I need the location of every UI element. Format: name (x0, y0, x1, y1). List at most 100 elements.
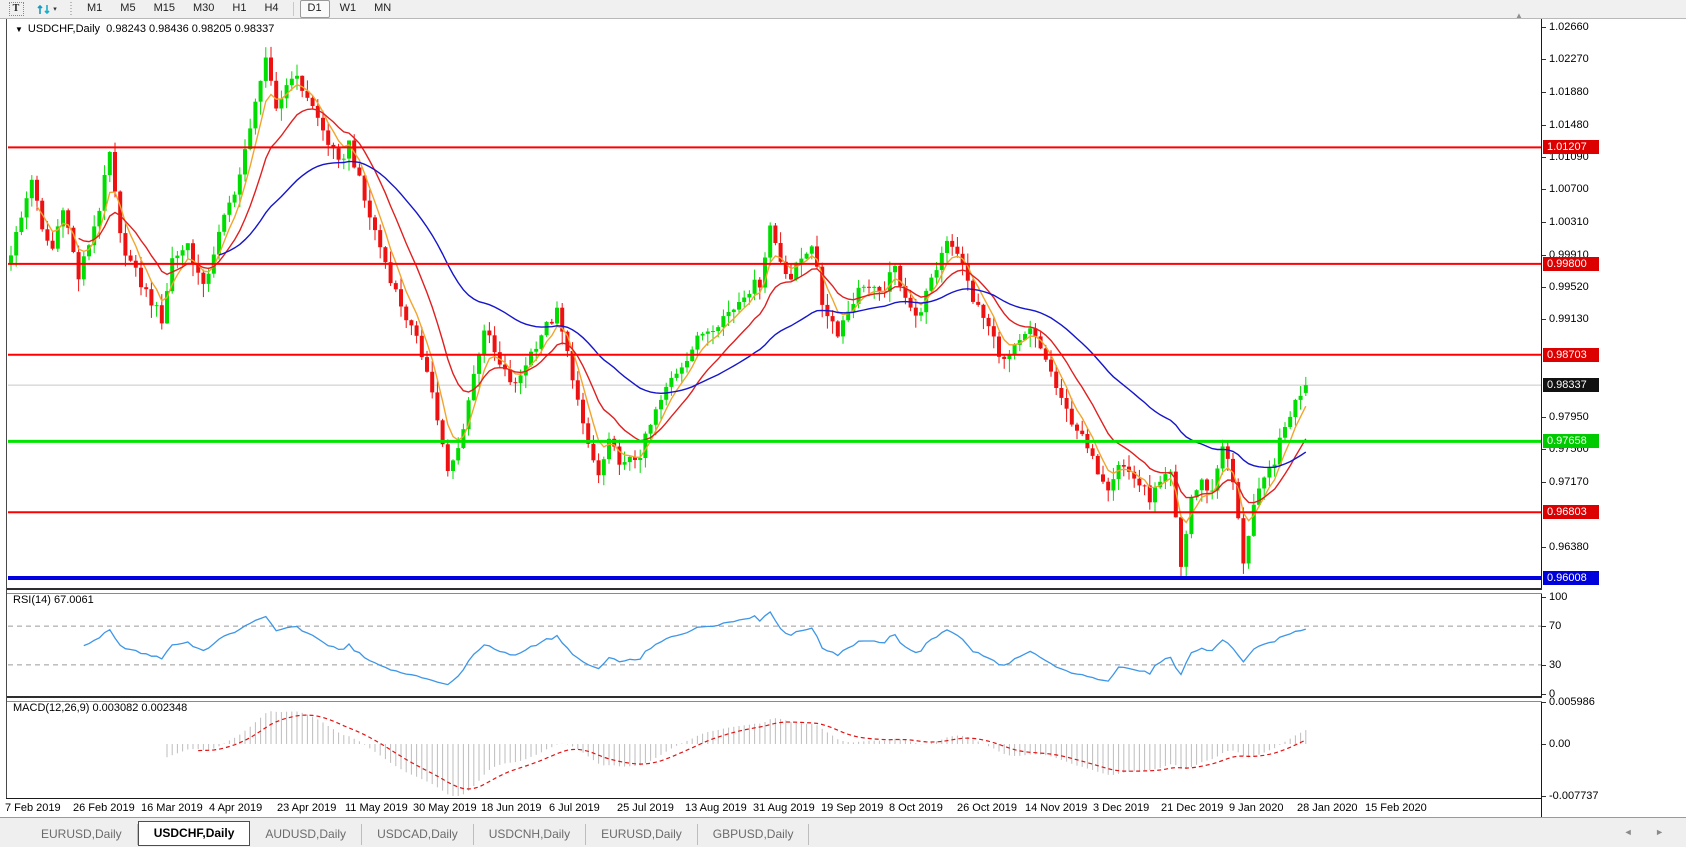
chart-tab-eurusd-0[interactable]: EURUSD,Daily (26, 824, 138, 845)
price-tick-mark (1542, 125, 1546, 126)
timeframe-button-W1[interactable]: W1 (332, 0, 365, 18)
rsi-tick-label: 70 (1549, 620, 1562, 632)
price-tick-label: 0.99520 (1549, 281, 1589, 293)
price-axis[interactable]: 1.02660 1.02270 1.01880 1.01480 1.01090 1.007… (1541, 19, 1686, 817)
date-label: 3 Dec 2019 (1093, 802, 1150, 814)
timeframe-button-D1[interactable]: D1 (299, 0, 330, 18)
chart-tab-audusd-2[interactable]: AUDUSD,Daily (250, 824, 363, 845)
macd-tick-label: -0.007737 (1549, 790, 1599, 802)
date-label: 25 Jul 2019 (617, 802, 674, 814)
price-tick-mark (1542, 449, 1546, 450)
date-label: 19 Sep 2019 (821, 802, 884, 814)
macd-tick-mark (1542, 702, 1546, 703)
timeframe-toolbar: T ▾ M1 M5 M15 M30 H1 H4 D1 W1 MN (0, 0, 1686, 19)
price-tick-mark (1542, 92, 1546, 93)
macd-indicator-label: MACD(12,26,9) 0.003082 0.002348 (13, 702, 188, 714)
price-tick-label: 0.97170 (1549, 476, 1589, 488)
date-label: 30 May 2019 (413, 802, 477, 814)
text-tool-button[interactable]: T (6, 2, 26, 17)
chart-tab-usdcnh-4[interactable]: USDCNH,Daily (474, 824, 587, 845)
price-tick-mark (1542, 417, 1546, 418)
price-tick-mark (1542, 482, 1546, 483)
price-tick-label: 0.99130 (1549, 313, 1589, 325)
chevron-down-icon: ▾ (53, 6, 57, 13)
price-tick-label: 1.01480 (1549, 119, 1589, 131)
rsi-tick-label: 100 (1549, 591, 1568, 603)
tick-arrows-button[interactable]: ▾ (32, 2, 62, 17)
price-level-label: 1.01207 (1543, 140, 1599, 154)
rsi-canvas[interactable] (8, 591, 1542, 696)
price-tick-label: 1.01880 (1549, 86, 1589, 98)
timeframe-button-H1[interactable]: H1 (224, 0, 254, 18)
toolbar-separator (292, 2, 294, 16)
chart-window: ▼ USDCHF,Daily 0.98243 0.98436 0.98205 0.… (6, 19, 1542, 817)
date-label: 18 Jun 2019 (481, 802, 542, 814)
price-tick-mark (1542, 319, 1546, 320)
text-tool-icon: T (8, 2, 24, 16)
chart-tab-gbpusd-6[interactable]: GBPUSD,Daily (698, 824, 810, 845)
date-axis[interactable]: 7 Feb 2019 26 Feb 2019 16 Mar 2019 4 Apr 20… (5, 798, 1541, 818)
rsi-tick-label: 30 (1549, 659, 1562, 671)
date-label: 14 Nov 2019 (1025, 802, 1088, 814)
timeframe-button-M30[interactable]: M30 (185, 0, 222, 18)
macd-tick-mark (1542, 796, 1546, 797)
date-label: 21 Dec 2019 (1161, 802, 1224, 814)
price-tick-label: 0.97950 (1549, 411, 1589, 423)
price-tick-mark (1542, 255, 1546, 256)
date-label: 23 Apr 2019 (277, 802, 337, 814)
chart-ohlc-readout: 0.98243 0.98436 0.98205 0.98337 (106, 23, 275, 35)
timeframe-button-M15[interactable]: M15 (146, 0, 183, 18)
axis-scroll-arrow-icon[interactable]: ▲ (1515, 11, 1523, 20)
date-label: 6 Jul 2019 (549, 802, 600, 814)
date-label: 11 May 2019 (345, 802, 408, 814)
date-label: 16 Mar 2019 (141, 802, 203, 814)
chart-tab-usdchf-1[interactable]: USDCHF,Daily (137, 821, 251, 846)
price-level-label: 0.99800 (1543, 257, 1599, 271)
chart-symbol-period: USDCHF,Daily (27, 23, 101, 35)
price-tick-label: 0.96380 (1549, 541, 1589, 553)
price-tick-label: 1.00700 (1549, 183, 1589, 195)
date-label: 28 Jan 2020 (1297, 802, 1358, 814)
chart-menu-arrow-icon[interactable]: ▼ (15, 25, 23, 34)
price-level-label: 0.98337 (1543, 378, 1599, 392)
price-level-label: 0.96803 (1543, 505, 1599, 519)
date-label: 9 Jan 2020 (1229, 802, 1284, 814)
date-label: 26 Oct 2019 (957, 802, 1017, 814)
main-chart-canvas[interactable] (8, 20, 1542, 588)
rsi-tick-mark (1542, 694, 1546, 695)
tick-arrows-icon (37, 4, 50, 14)
chart-tab-eurusd-5[interactable]: EURUSD,Daily (586, 824, 698, 845)
price-tick-mark (1542, 547, 1546, 548)
date-label: 13 Aug 2019 (685, 802, 747, 814)
price-level-label: 0.96008 (1543, 571, 1599, 585)
timeframe-button-H4[interactable]: H4 (256, 0, 286, 18)
date-label: 7 Feb 2019 (5, 802, 61, 814)
timeframe-button-group: M1 M5 M15 M30 H1 H4 D1 W1 MN (78, 0, 400, 18)
date-label: 31 Aug 2019 (753, 802, 815, 814)
price-tick-mark (1542, 27, 1546, 28)
timeframe-button-MN[interactable]: MN (366, 0, 399, 18)
mt4-terminal-window: T ▾ M1 M5 M15 M30 H1 H4 D1 W1 MN ▲ ▼ USDCHF,Daily… (0, 0, 1686, 847)
macd-canvas[interactable] (8, 699, 1542, 797)
timeframe-button-M5[interactable]: M5 (112, 0, 143, 18)
price-tick-mark (1542, 59, 1546, 60)
date-label: 15 Feb 2020 (1365, 802, 1427, 814)
date-label: 26 Feb 2019 (73, 802, 135, 814)
price-tick-label: 1.02270 (1549, 53, 1589, 65)
price-level-label: 0.97658 (1543, 434, 1599, 448)
rsi-tick-mark (1542, 626, 1546, 627)
main-rsi-splitter[interactable] (7, 588, 1542, 594)
price-tick-label: 1.02660 (1549, 21, 1589, 33)
rsi-macd-splitter[interactable] (7, 696, 1542, 702)
rsi-tick-mark (1542, 665, 1546, 666)
tab-scroll-arrows[interactable]: ◄ ► (1624, 827, 1674, 837)
rsi-indicator-label: RSI(14) 67.0061 (13, 594, 94, 606)
price-level-label: 0.98703 (1543, 348, 1599, 362)
date-label: 4 Apr 2019 (209, 802, 263, 814)
macd-tick-label: 0.005986 (1549, 696, 1595, 708)
rsi-tick-mark (1542, 597, 1546, 598)
timeframe-button-M1[interactable]: M1 (79, 0, 110, 18)
date-label: 8 Oct 2019 (889, 802, 943, 814)
price-tick-mark (1542, 222, 1546, 223)
chart-tab-usdcad-3[interactable]: USDCAD,Daily (362, 824, 474, 845)
